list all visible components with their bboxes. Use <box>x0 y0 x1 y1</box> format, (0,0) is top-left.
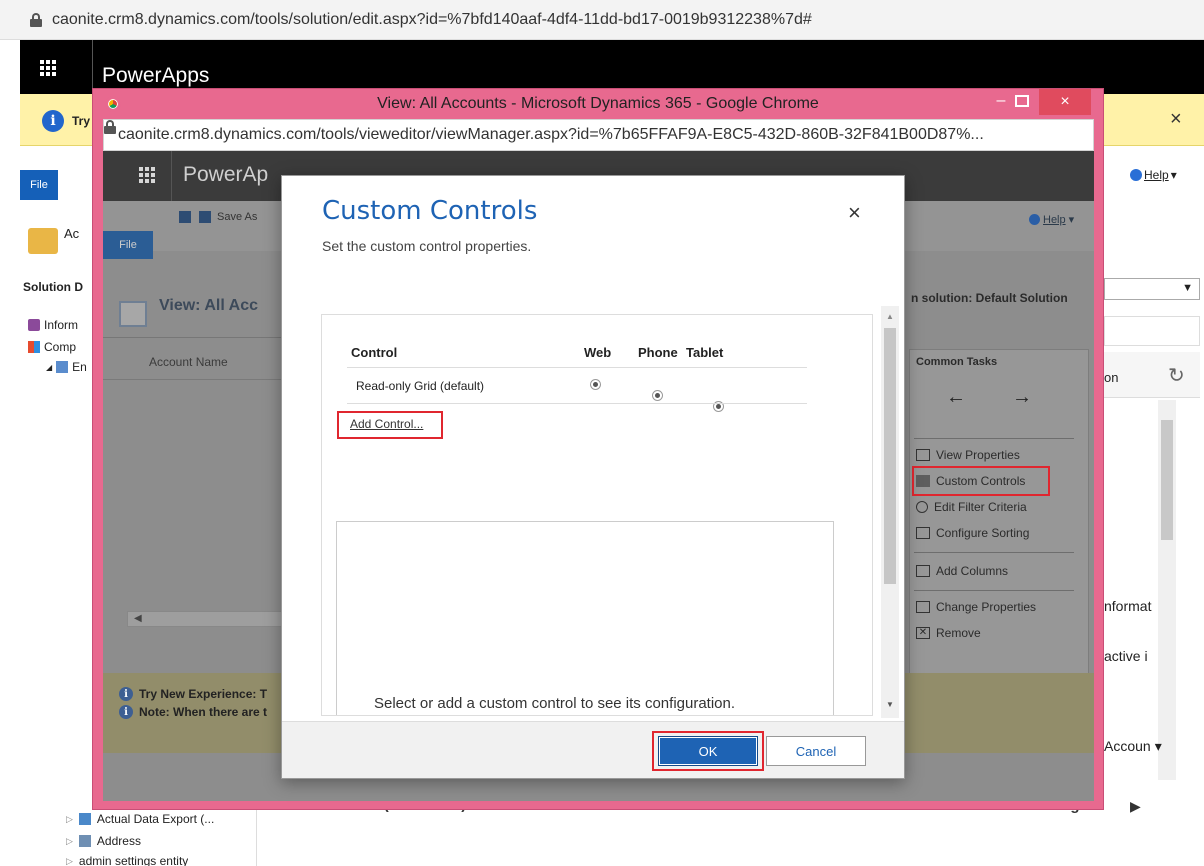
popup-title: View: All Accounts - Microsoft Dynamics … <box>377 95 819 112</box>
outer-help-link[interactable]: Help ▾ <box>1130 168 1177 182</box>
filter-icon <box>916 501 928 513</box>
save-as-icon <box>199 211 211 223</box>
task-remove[interactable]: ✕ Remove <box>916 626 981 640</box>
view-icon <box>119 301 147 327</box>
arrow-left-icon[interactable]: ← <box>946 386 966 409</box>
control-row-label[interactable]: Read-only Grid (default) <box>356 379 484 393</box>
next-page-icon[interactable]: ▶ <box>1130 798 1141 815</box>
popup-url: caonite.crm8.dynamics.com/tools/viewedit… <box>118 126 984 143</box>
popup-address-bar[interactable]: caonite.crm8.dynamics.com/tools/viewedit… <box>103 119 1094 151</box>
phone-radio[interactable] <box>652 390 663 401</box>
waffle-icon[interactable] <box>139 167 155 183</box>
info-icon: i <box>42 110 64 132</box>
column-header-account-name[interactable]: Account Name <box>149 355 228 369</box>
view-title: View: All Acc <box>159 297 258 314</box>
window-close-icon[interactable]: × <box>1039 89 1091 115</box>
web-radio[interactable] <box>590 379 601 390</box>
configuration-pane <box>336 521 834 715</box>
tree-item-admin-settings[interactable]: ▷ admin settings entity <box>66 856 188 866</box>
popup-help-link[interactable]: Help ▾ <box>1029 213 1074 226</box>
ok-highlight <box>652 731 764 771</box>
custom-controls-highlight <box>912 466 1050 496</box>
notice-text: Try <box>72 114 91 128</box>
right-column-header: on <box>1104 370 1119 385</box>
outer-address-bar[interactable]: caonite.crm8.dynamics.com/tools/solution… <box>0 0 1204 40</box>
scroll-down-icon[interactable]: ▼ <box>886 700 894 709</box>
task-configure-sorting[interactable]: Configure Sorting <box>916 526 1029 540</box>
outer-dropdown[interactable]: ▼ <box>1104 278 1200 300</box>
task-add-columns[interactable]: Add Columns <box>916 564 1008 578</box>
sidebar-item-entities[interactable]: ◢ En <box>46 360 87 374</box>
minimize-icon[interactable]: – <box>991 89 1011 117</box>
scroll-up-icon[interactable]: ▲ <box>886 312 894 321</box>
save-as-button[interactable]: Save As <box>199 211 257 223</box>
sidebar-item-components[interactable]: Comp <box>28 340 76 354</box>
tree-item-actual-data-export[interactable]: ▷ Actual Data Export (... <box>66 812 214 826</box>
right-text-1: nformat <box>1104 598 1152 614</box>
address-icon <box>78 835 91 847</box>
people-icon <box>28 319 40 331</box>
dialog-close-icon[interactable]: × <box>848 200 861 226</box>
footer-try-line: i Try New Experience: T <box>119 687 267 701</box>
cancel-button[interactable]: Cancel <box>766 736 866 766</box>
custom-controls-dialog: Custom Controls × Set the custom control… <box>281 175 905 779</box>
folder-icon <box>28 228 58 254</box>
add-columns-icon <box>916 565 930 577</box>
column-web: Web <box>584 345 612 360</box>
dialog-content: Control Web Phone Tablet Read-only Grid … <box>321 314 873 716</box>
chevron-down-icon: ▼ <box>1182 282 1193 294</box>
popup-hscrollbar[interactable]: ◀ <box>127 611 294 627</box>
change-properties-icon <box>916 601 930 613</box>
outer-url: caonite.crm8.dynamics.com/tools/solution… <box>52 10 812 28</box>
lock-icon <box>30 12 42 27</box>
add-control-highlight <box>337 411 443 439</box>
tree-item-address[interactable]: ▷ Address <box>66 834 141 848</box>
right-text-3: Accoun ▾ <box>1104 738 1162 754</box>
outer-app-title: PowerApps <box>102 64 210 87</box>
dialog-scrollbar[interactable]: ▲ ▼ <box>881 306 899 718</box>
popup-file-button[interactable]: File <box>103 231 153 259</box>
save-icon[interactable] <box>179 211 191 223</box>
outer-file-button[interactable]: File <box>20 170 58 200</box>
dialog-title: Custom Controls <box>322 196 538 226</box>
task-change-properties[interactable]: Change Properties <box>916 600 1036 614</box>
column-control: Control <box>351 345 398 360</box>
sort-icon <box>916 527 930 539</box>
outer-scrollbar[interactable] <box>1158 400 1176 780</box>
solution-text: n solution: Default Solution <box>911 291 1068 305</box>
arrow-right-icon[interactable]: → <box>1012 386 1032 409</box>
remove-icon: ✕ <box>916 627 930 639</box>
sidebar-item-information[interactable]: Inform <box>28 318 78 332</box>
sidebar-action-label: Ac <box>64 226 80 241</box>
maximize-icon[interactable] <box>1015 95 1029 107</box>
footer-note-line: i Note: When there are t <box>119 705 267 719</box>
common-tasks-title: Common Tasks <box>916 356 998 368</box>
properties-icon <box>916 449 930 461</box>
help-icon <box>1029 214 1040 225</box>
entity-icon <box>78 813 91 825</box>
help-icon <box>1130 169 1142 181</box>
waffle-icon[interactable] <box>40 60 56 76</box>
dialog-subtitle: Set the custom control properties. <box>322 238 532 254</box>
common-tasks-panel: Common Tasks ← → View Properties Custom … <box>909 349 1089 677</box>
task-edit-filter-criteria[interactable]: Edit Filter Criteria <box>916 500 1027 514</box>
task-view-properties[interactable]: View Properties <box>916 448 1020 462</box>
refresh-icon[interactable]: ↻ <box>1168 363 1185 388</box>
components-icon <box>28 341 40 353</box>
configuration-placeholder: Select or add a custom control to see it… <box>374 695 736 712</box>
popup-app-title: PowerAp <box>183 163 269 186</box>
outer-app-header: PowerApps <box>20 40 1204 94</box>
column-tablet: Tablet <box>686 345 724 360</box>
entity-icon <box>56 361 69 373</box>
notice-close-icon[interactable]: × <box>1170 108 1182 131</box>
right-text-2: active i <box>1104 648 1148 664</box>
column-phone: Phone <box>638 345 678 360</box>
solution-label: Solution D <box>23 280 83 294</box>
